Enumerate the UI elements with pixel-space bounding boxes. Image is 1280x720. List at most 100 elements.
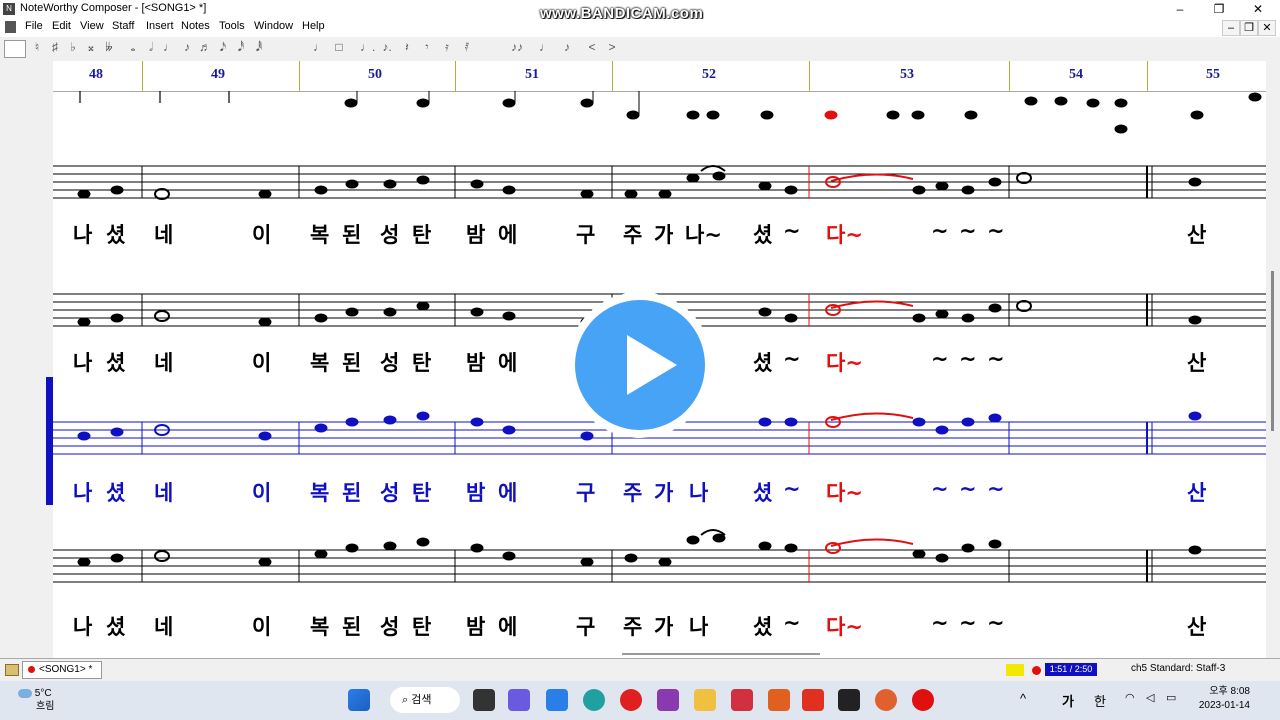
office-icon[interactable]	[802, 689, 824, 711]
lyric-syllable[interactable]: ~	[931, 219, 949, 243]
tool-grace-note[interactable]: ♩	[538, 40, 552, 54]
document-tab[interactable]: <SONG1> *	[22, 661, 102, 679]
lyric-syllable[interactable]: 주	[623, 477, 642, 507]
lyric-syllable[interactable]: 탄	[412, 477, 431, 507]
lyric-syllable[interactable]: 구	[576, 219, 595, 249]
tray-expand-icon[interactable]: ^	[1020, 691, 1026, 706]
palette-toggle-icon[interactable]	[4, 40, 26, 58]
lyric-syllable[interactable]: 밤	[466, 477, 485, 507]
tool-note[interactable]: ♩	[312, 40, 326, 54]
lyric-syllable[interactable]: 가	[654, 219, 673, 249]
lyric-syllable[interactable]: 주	[623, 219, 642, 249]
lyric-syllable[interactable]: 나	[73, 477, 92, 507]
lyric-syllable[interactable]: 산	[1187, 611, 1206, 641]
menu-view[interactable]: View	[80, 20, 104, 32]
restore-button[interactable]: ❐	[1204, 1, 1234, 17]
menu-edit[interactable]: Edit	[52, 20, 71, 32]
tool-128th-note[interactable]: 𝅘𝅥𝅱	[252, 40, 266, 55]
lyric-syllable[interactable]: 성	[380, 477, 399, 507]
measure-number[interactable]: 50	[368, 67, 382, 83]
lyric-syllable[interactable]: ~	[931, 347, 949, 371]
tool-crescendo[interactable]: <	[585, 40, 599, 54]
lyric-syllable[interactable]: 복	[310, 477, 329, 507]
lyric-syllable[interactable]: ~	[959, 477, 977, 501]
measure-number[interactable]: 53	[900, 67, 914, 83]
windows-start-icon[interactable]	[348, 689, 370, 711]
menu-staff[interactable]: Staff	[112, 20, 134, 32]
lyric-syllable[interactable]: ~	[783, 477, 801, 501]
lyric-syllable[interactable]: 나	[689, 477, 708, 507]
measure-number[interactable]: 55	[1206, 67, 1220, 83]
lyric-syllable[interactable]: 주	[623, 611, 642, 641]
lyric-syllable[interactable]: 복	[310, 347, 329, 377]
play-icon[interactable]	[567, 292, 713, 438]
lyric-syllable[interactable]: 셨	[753, 611, 772, 641]
lyric-syllable[interactable]: 탄	[412, 347, 431, 377]
folder-icon[interactable]	[5, 664, 19, 676]
tool-32nd-rest[interactable]: 𝅀	[460, 40, 474, 55]
lyric-syllable[interactable]: 복	[310, 219, 329, 249]
lyric-syllable[interactable]: 에	[498, 347, 517, 377]
lyric-syllable-current[interactable]: 다~	[826, 347, 863, 377]
lyric-syllable[interactable]: 네	[154, 611, 173, 641]
tool-eighth-note[interactable]: ♪	[180, 40, 194, 54]
measure-number[interactable]: 48	[89, 67, 103, 83]
lyric-syllable[interactable]: 나~	[685, 219, 722, 249]
mail-icon[interactable]	[546, 689, 568, 711]
lyric-syllable[interactable]: 성	[380, 347, 399, 377]
lyric-syllable[interactable]: 된	[342, 477, 361, 507]
wifi-icon[interactable]: ◠	[1125, 691, 1135, 704]
lyric-syllable[interactable]: ~	[783, 219, 801, 243]
menu-help[interactable]: Help	[302, 20, 325, 32]
mdi-close-button[interactable]: ✕	[1258, 20, 1276, 36]
tool-quarter-rest[interactable]: 𝄽	[400, 40, 414, 55]
tool-natural[interactable]: ♮	[30, 40, 44, 54]
lyric-syllable[interactable]: 구	[576, 477, 595, 507]
lyric-syllable[interactable]: 에	[498, 477, 517, 507]
menu-notes[interactable]: Notes	[181, 20, 210, 32]
document-icon[interactable]	[5, 21, 16, 33]
lyric-syllable[interactable]: 셨	[106, 611, 125, 641]
lyric-syllable[interactable]: ~	[987, 219, 1005, 243]
lyric-syllable[interactable]: 셨	[106, 219, 125, 249]
edge-icon[interactable]	[583, 689, 605, 711]
opera-icon[interactable]	[620, 689, 642, 711]
ime-lang[interactable]: 가	[1062, 691, 1074, 710]
lyric-syllable-current[interactable]: 다~	[826, 219, 863, 249]
close-button[interactable]: ✕	[1243, 1, 1273, 17]
lyric-syllable[interactable]: ~	[783, 611, 801, 635]
bandicam-icon[interactable]	[912, 689, 934, 711]
lyric-syllable[interactable]: 구	[576, 611, 595, 641]
lyric-syllable[interactable]: 나	[73, 611, 92, 641]
lyric-syllable-current[interactable]: 다~	[826, 477, 863, 507]
tool-32nd-note[interactable]: 𝅘𝅥𝅯	[216, 40, 230, 55]
tool-diminuendo[interactable]: >	[605, 40, 619, 54]
lyric-syllable[interactable]: 성	[380, 611, 399, 641]
chat-icon[interactable]	[508, 689, 530, 711]
lyric-syllable[interactable]: ~	[987, 611, 1005, 635]
lyric-syllable[interactable]: ~	[959, 611, 977, 635]
lyric-syllable[interactable]: ~	[959, 219, 977, 243]
menu-tools[interactable]: Tools	[219, 20, 245, 32]
taskbar-search[interactable]: ⌕ 검색	[390, 687, 460, 713]
lyric-syllable[interactable]: 복	[310, 611, 329, 641]
lyric-syllable[interactable]: 산	[1187, 347, 1206, 377]
noteworthy-taskbar-icon[interactable]	[838, 689, 860, 711]
lyric-syllable[interactable]: ~	[931, 611, 949, 635]
lyric-syllable[interactable]: 산	[1187, 219, 1206, 249]
tool-sixteenth-note[interactable]: ♬	[198, 40, 212, 54]
menu-insert[interactable]: Insert	[146, 20, 174, 32]
tool-rest-box[interactable]: □	[332, 40, 346, 54]
tool-dotted-eighth[interactable]: ♪.	[380, 40, 394, 54]
lyric-syllable[interactable]: 셨	[753, 347, 772, 377]
menu-file[interactable]: File	[25, 20, 43, 32]
task-view-icon[interactable]	[473, 689, 495, 711]
lyric-syllable[interactable]: 나	[73, 347, 92, 377]
lyric-syllable[interactable]: 이	[252, 477, 271, 507]
lyric-syllable[interactable]: 네	[154, 347, 173, 377]
lyric-syllable[interactable]: 네	[154, 477, 173, 507]
lyric-syllable[interactable]: 나	[73, 219, 92, 249]
lyric-syllable[interactable]: 된	[342, 347, 361, 377]
lyric-syllable[interactable]: 탄	[412, 611, 431, 641]
lyric-syllable[interactable]: 이	[252, 347, 271, 377]
